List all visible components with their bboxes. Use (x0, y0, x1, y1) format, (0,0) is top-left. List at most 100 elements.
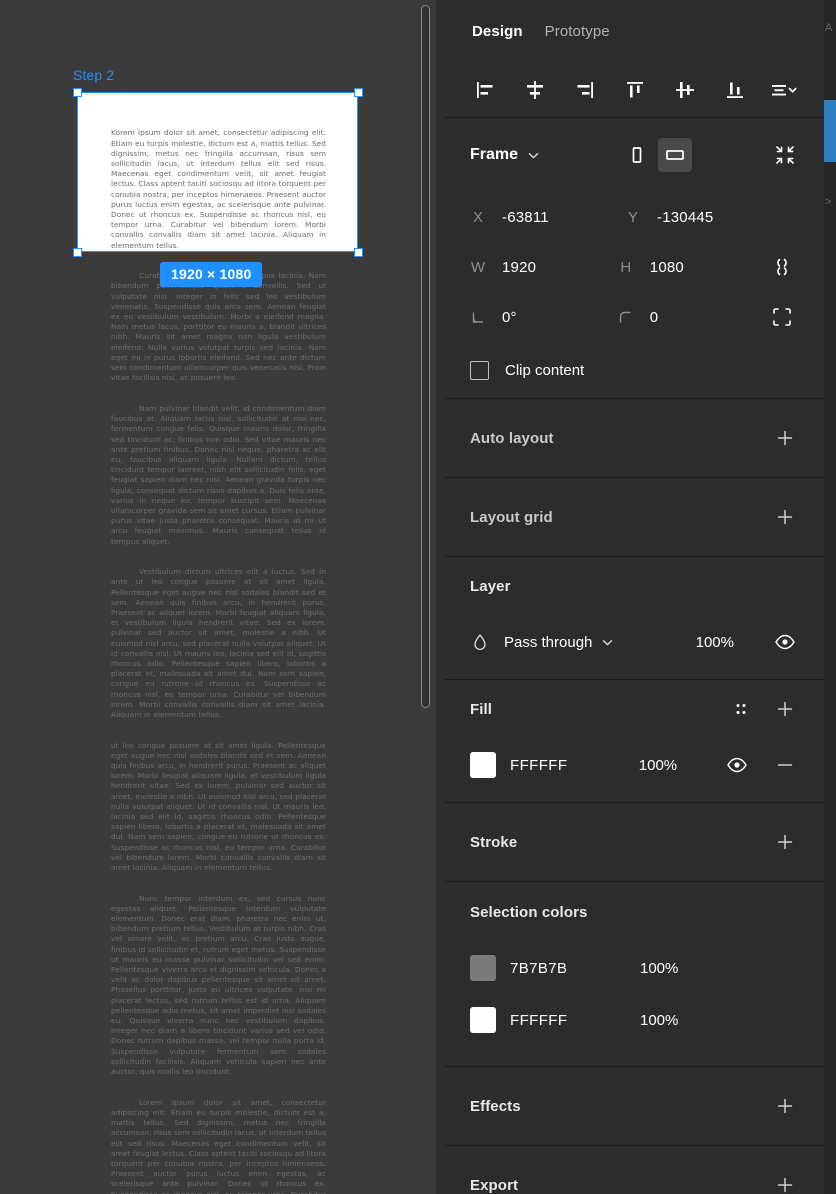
x-label: X (472, 208, 483, 226)
fill-visibility-toggle[interactable] (724, 752, 750, 778)
plus-icon (777, 701, 793, 717)
clip-content-row[interactable]: Clip content (470, 342, 798, 398)
add-effect-button[interactable] (772, 1093, 798, 1119)
size-row: W 1920 H 1080 (470, 242, 798, 292)
fill-hex-value[interactable]: FFFFFF (510, 757, 625, 774)
fill-opacity-value[interactable]: 100% (639, 757, 710, 774)
height-label: H (620, 258, 632, 276)
layer-opacity-value[interactable]: 100% (696, 634, 734, 651)
corner-radius-field[interactable]: 0 (618, 309, 766, 326)
width-value[interactable]: 1920 (502, 259, 536, 276)
frame-type-selector[interactable]: Frame (470, 146, 540, 164)
selection-color-opacity[interactable]: 100% (640, 960, 712, 977)
y-field[interactable]: Y -130445 (625, 209, 780, 226)
portrait-icon (632, 147, 642, 163)
align-right-icon[interactable] (570, 75, 600, 105)
plus-icon (777, 1098, 793, 1114)
x-field[interactable]: X -63811 (470, 209, 625, 226)
frame-name-label[interactable]: Step 2 (73, 67, 114, 83)
fill-color-swatch[interactable] (470, 752, 496, 778)
selection-color-swatch[interactable] (470, 1007, 496, 1033)
eye-icon (775, 634, 795, 650)
tab-design[interactable]: Design (472, 23, 523, 40)
y-label: Y (627, 208, 638, 226)
chevron-down-icon (603, 639, 613, 646)
landscape-icon (666, 150, 684, 160)
selection-color-opacity[interactable]: 100% (640, 1012, 712, 1029)
export-section: Export (444, 1146, 824, 1194)
position-row: X -63811 Y -130445 (470, 192, 798, 242)
add-layout-grid-button[interactable] (772, 504, 798, 530)
chevron-down-icon (528, 152, 539, 159)
layer-visibility-toggle[interactable] (772, 629, 798, 655)
align-top-icon[interactable] (620, 75, 650, 105)
auto-layout-title: Auto layout (470, 429, 554, 447)
figma-window: Korem ipsum dolor sit amet, consectetur … (0, 0, 836, 1194)
align-vertical-center-icon[interactable] (670, 75, 700, 105)
corner-radius-icon (618, 310, 634, 325)
selection-colors-title: Selection colors (470, 903, 588, 921)
canvas-scrollbar-thumb[interactable] (421, 5, 430, 708)
align-left-icon[interactable] (470, 75, 500, 105)
orientation-toggle-group (620, 138, 693, 172)
height-field[interactable]: H 1080 (618, 259, 766, 276)
rotation-field[interactable]: 0° (470, 309, 618, 326)
add-stroke-button[interactable] (772, 829, 798, 855)
add-export-button[interactable] (772, 1172, 798, 1194)
minus-icon (777, 764, 793, 766)
fill-styles-button[interactable] (728, 696, 754, 722)
align-horizontal-center-icon[interactable] (520, 75, 550, 105)
plus-icon (777, 834, 793, 850)
frame-document-text: Korem ipsum dolor sit amet, consectetur … (111, 108, 326, 252)
blend-mode-selector[interactable]: Pass through (504, 634, 614, 651)
selection-color-hex[interactable]: 7B7B7B (510, 960, 626, 977)
selection-color-hex[interactable]: FFFFFF (510, 1012, 626, 1029)
selection-color-swatch[interactable] (470, 955, 496, 981)
stroke-title: Stroke (470, 833, 518, 851)
fit-to-content-button[interactable] (772, 142, 798, 168)
rotation-value[interactable]: 0° (502, 309, 517, 326)
add-fill-button[interactable] (772, 696, 798, 722)
design-canvas[interactable]: Korem ipsum dolor sit amet, consectetur … (0, 0, 436, 1194)
independent-corners-icon (772, 308, 791, 326)
y-value[interactable]: -130445 (657, 209, 713, 226)
width-field[interactable]: W 1920 (470, 259, 618, 276)
selection-color-row: FFFFFF 100% (470, 994, 798, 1046)
aspect-ratio-lock-button[interactable] (766, 250, 798, 284)
remove-fill-button[interactable] (772, 752, 798, 778)
clip-content-checkbox[interactable] (470, 360, 489, 380)
broken-link-icon (777, 258, 787, 276)
tab-prototype[interactable]: Prototype (545, 23, 610, 40)
clip-content-label: Clip content (505, 361, 585, 379)
doc-paragraph-4: Vestibulum dictum ultrices elit a luctus… (111, 567, 329, 719)
height-value[interactable]: 1080 (650, 259, 684, 276)
x-value[interactable]: -63811 (502, 209, 549, 226)
blend-mode-value: Pass through (504, 633, 593, 651)
effects-title: Effects (470, 1097, 521, 1115)
design-panel: Design Prototype Frame X -63811 Y -13044… (444, 0, 824, 1194)
distribute-menu-icon[interactable] (770, 75, 800, 105)
independent-corners-button[interactable] (766, 300, 798, 334)
orientation-portrait-button[interactable] (620, 138, 654, 172)
selection-color-row: 7B7B7B 100% (470, 942, 798, 994)
align-bottom-icon[interactable] (720, 75, 750, 105)
canvas-vertical-scrollbar[interactable] (419, 0, 433, 1194)
layer-title: Layer (470, 577, 511, 595)
selection-colors-section: Selection colors 7B7B7B 100% FFFFFF 100% (444, 882, 824, 1067)
fill-item-row: FFFFFF 100% (470, 738, 798, 792)
auto-layout-section: Auto layout (444, 399, 824, 478)
frame-header: Frame (470, 118, 798, 192)
doc-paragraph-7: Lorem ipsum dolor sit amet, consectetur … (111, 1097, 326, 1194)
selection-size-badge: 1920 × 1080 (160, 262, 263, 287)
rotation-radius-row: 0° 0 (470, 292, 798, 342)
rotation-icon (470, 310, 486, 325)
add-auto-layout-button[interactable] (772, 425, 798, 451)
frame-section: Frame X -63811 Y -130445 W 1920 H 1080 0… (444, 118, 824, 399)
plus-icon (777, 1177, 793, 1193)
selected-frame-content[interactable]: Korem ipsum dolor sit amet, consectetur … (77, 92, 358, 252)
plus-icon (777, 430, 793, 446)
layout-grid-title: Layout grid (470, 508, 553, 526)
collapse-arrows-icon (776, 146, 794, 164)
orientation-landscape-button[interactable] (658, 138, 693, 172)
corner-radius-value[interactable]: 0 (650, 309, 659, 326)
